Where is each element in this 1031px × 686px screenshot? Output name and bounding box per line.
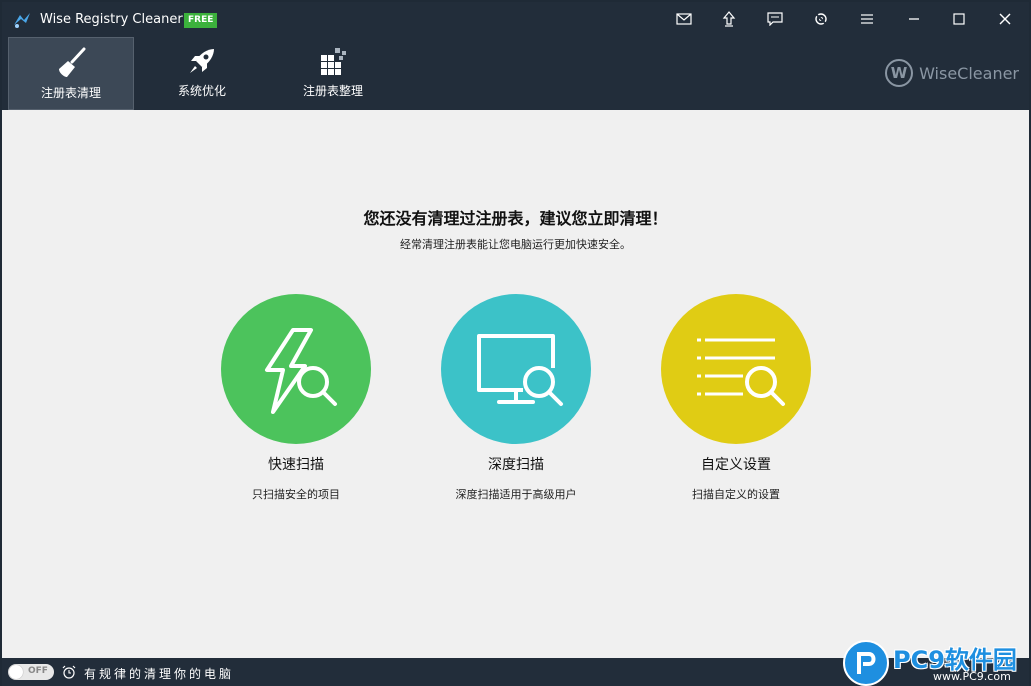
tab-label: 注册表清理 bbox=[40, 86, 101, 100]
main-toolbar: 注册表清理 系统优化 注册表整理 W WiseCleaner bbox=[2, 36, 1029, 110]
deep-scan-title: 深度扫描 bbox=[488, 457, 544, 473]
schedule-text[interactable]: 有规律的清理你的电脑 bbox=[84, 665, 234, 682]
page-subline: 经常清理注册表能让您电脑运行更加快速安全。 bbox=[400, 238, 631, 251]
tab-registry-cleaner[interactable]: 注册表清理 bbox=[8, 37, 134, 110]
app-title: Wise Registry Cleaner X bbox=[40, 12, 196, 27]
alarm-clock-icon bbox=[62, 665, 76, 679]
app-logo-icon bbox=[14, 13, 30, 28]
broom-icon bbox=[59, 47, 86, 77]
maximize-icon[interactable] bbox=[949, 10, 969, 28]
tab-registry-defrag[interactable]: 注册表整理 bbox=[270, 36, 396, 110]
rocket-icon bbox=[190, 49, 214, 73]
monitor-search-icon bbox=[477, 334, 563, 406]
site-watermark: PC9软件园 www.PC9.com bbox=[843, 638, 1029, 686]
close-icon[interactable] bbox=[995, 10, 1015, 28]
blocks-icon bbox=[321, 48, 346, 75]
tab-system-optimize[interactable]: 系统优化 bbox=[139, 36, 265, 110]
tab-label: 系统优化 bbox=[177, 84, 226, 98]
quick-scan-desc: 只扫描安全的项目 bbox=[252, 488, 340, 501]
schedule-toggle[interactable]: OFF bbox=[8, 664, 54, 680]
tab-label: 注册表整理 bbox=[302, 84, 363, 98]
title-bar[interactable]: Wise Registry Cleaner X FREE bbox=[2, 2, 1029, 36]
list-search-icon bbox=[697, 338, 785, 406]
toggle-knob bbox=[9, 665, 23, 679]
upload-icon[interactable] bbox=[719, 10, 739, 28]
toggle-label: OFF bbox=[28, 666, 48, 676]
custom-settings-button[interactable]: 自定义设置 扫描自定义的设置 bbox=[636, 294, 836, 514]
watermark-logo-icon bbox=[843, 640, 889, 686]
app-window: Wise Registry Cleaner X FREE 注册表清理 系统优化 … bbox=[0, 0, 1031, 686]
wisecleaner-logo[interactable]: W WiseCleaner bbox=[885, 58, 1019, 88]
settings-icon[interactable] bbox=[811, 10, 831, 28]
custom-settings-desc: 扫描自定义的设置 bbox=[692, 488, 780, 501]
mail-icon[interactable] bbox=[674, 10, 694, 28]
brand-mark: W bbox=[885, 59, 914, 87]
page-headline: 您还没有清理过注册表，建议您立即清理！ bbox=[363, 209, 668, 228]
custom-settings-circle[interactable] bbox=[661, 294, 811, 444]
menu-icon[interactable] bbox=[857, 10, 877, 28]
quick-scan-button[interactable]: 快速扫描 只扫描安全的项目 bbox=[196, 294, 396, 514]
deep-scan-button[interactable]: 深度扫描 深度扫描适用于高级用户 bbox=[416, 294, 616, 514]
deep-scan-desc: 深度扫描适用于高级用户 bbox=[455, 488, 577, 501]
deep-scan-circle[interactable] bbox=[441, 294, 591, 444]
lightning-search-icon bbox=[265, 328, 337, 414]
custom-settings-title: 自定义设置 bbox=[701, 457, 771, 473]
minimize-icon[interactable] bbox=[904, 10, 924, 28]
brand-name: WiseCleaner bbox=[919, 63, 1019, 83]
quick-scan-circle[interactable] bbox=[221, 294, 371, 444]
feedback-icon[interactable] bbox=[765, 10, 785, 28]
quick-scan-title: 快速扫描 bbox=[268, 457, 324, 473]
watermark-url: www.PC9.com bbox=[933, 670, 1011, 683]
main-content: 您还没有清理过注册表，建议您立即清理！ 经常清理注册表能让您电脑运行更加快速安全… bbox=[2, 110, 1029, 658]
free-badge: FREE bbox=[184, 13, 218, 28]
